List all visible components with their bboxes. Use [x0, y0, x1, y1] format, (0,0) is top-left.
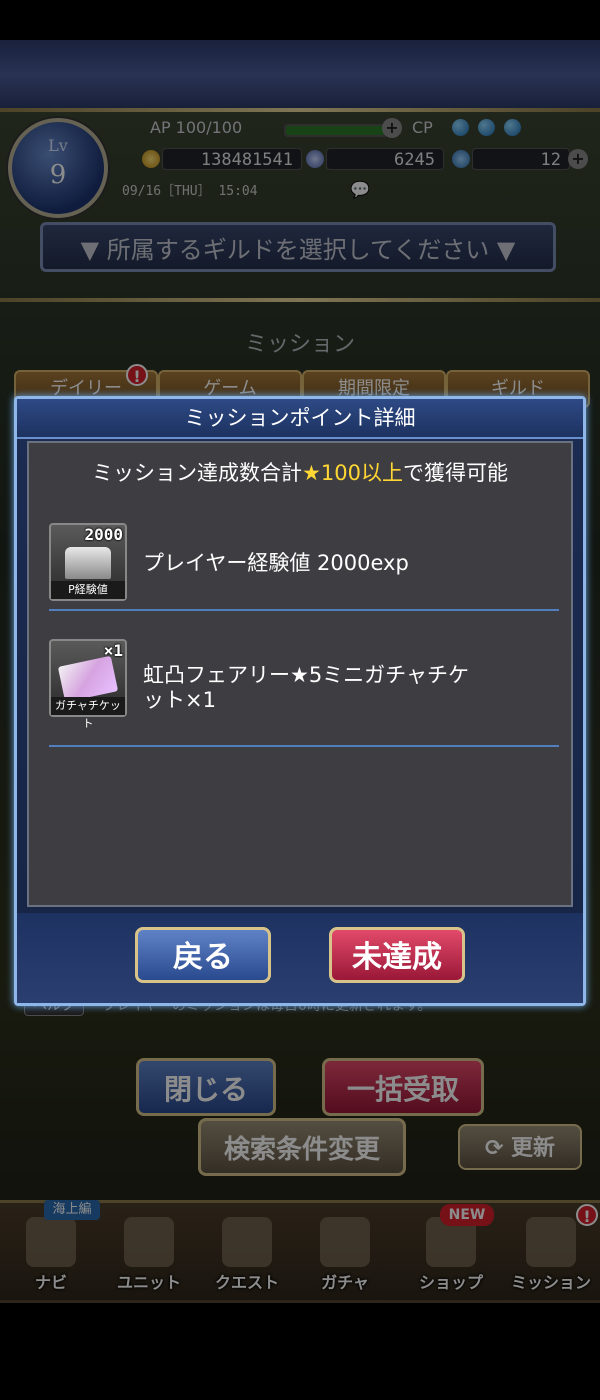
treasure-chest-icon[interactable]: 2000 P経験値	[49, 523, 127, 601]
reward-text: 虹凸フェアリー★5ミニガチャチケット×1	[143, 663, 469, 712]
dialog-title: ミッションポイント詳細	[17, 399, 583, 439]
dialog-body: ミッション達成数合計★100以上で獲得可能 2000 P経験値 プレイヤー経験値…	[27, 441, 573, 907]
reward-caption: ガチャチケット	[51, 697, 125, 730]
chest-shape	[65, 547, 111, 579]
reward-item: 2000 P経験値 プレイヤー経験値 2000exp	[49, 509, 559, 611]
condition-highlight: ★100以上	[302, 461, 403, 485]
not-achieved-button[interactable]: 未達成	[329, 927, 465, 983]
gacha-ticket-icon[interactable]: ×1 ガチャチケット	[49, 639, 127, 730]
reward-condition: ミッション達成数合計★100以上で獲得可能	[29, 457, 571, 487]
dialog-footer	[17, 913, 583, 1003]
reward-item: ×1 ガチャチケット 虹凸フェアリー★5ミニガチャチケット×1	[49, 609, 559, 747]
mission-point-dialog: ミッションポイント詳細 ミッション達成数合計★100以上で獲得可能 2000 P…	[14, 396, 586, 1006]
condition-prefix: ミッション達成数合計	[92, 461, 303, 485]
back-button[interactable]: 戻る	[135, 927, 271, 983]
ticket-shape	[57, 655, 119, 703]
reward-count: 2000	[84, 525, 123, 544]
reward-text: プレイヤー経験値 2000exp	[143, 551, 409, 575]
condition-suffix: で獲得可能	[402, 461, 508, 485]
reward-caption: P経験値	[51, 581, 125, 599]
reward-count: ×1	[103, 641, 123, 660]
